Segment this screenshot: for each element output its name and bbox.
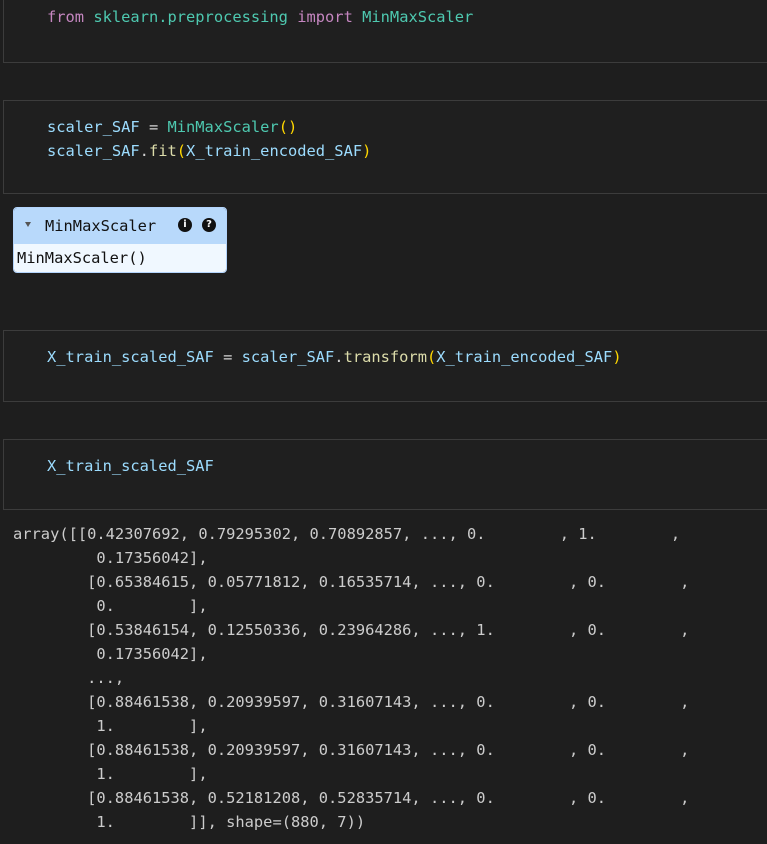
estimator-title: MinMaxScaler [45, 217, 157, 235]
code-line[interactable]: X_train_scaled_SAF [47, 456, 214, 476]
code-token: () [278, 118, 298, 136]
code-token: . [139, 142, 149, 160]
estimator-repr-text: MinMaxScaler() [17, 249, 147, 267]
output-line: 0.17356042], [13, 645, 208, 663]
help-icon[interactable]: ? [202, 218, 216, 232]
code-token: MinMaxScaler [167, 118, 279, 136]
output-line: ..., [13, 669, 125, 687]
code-cell-fit[interactable]: scaler_SAF = MinMaxScaler() scaler_SAF.f… [3, 100, 767, 194]
code-token: ( [176, 142, 187, 160]
code-token: X_train_scaled_SAF [47, 457, 214, 475]
code-token: sklearn.preprocessing [93, 8, 288, 26]
code-token: X_train_encoded_SAF [436, 348, 613, 366]
output-line: [0.53846154, 0.12550336, 0.23964286, ...… [13, 621, 690, 639]
output-line: [0.65384615, 0.05771812, 0.16535714, ...… [13, 573, 690, 591]
code-token: scaler_SAF [47, 142, 140, 160]
code-token: = [139, 118, 168, 136]
output-line: 1. ]], shape=(880, 7)) [13, 813, 366, 831]
code-line[interactable]: from sklearn.preprocessing import MinMax… [47, 7, 473, 27]
code-line[interactable]: scaler_SAF = MinMaxScaler() [47, 117, 297, 137]
estimator-widget[interactable]: MinMaxScaler i ? MinMaxScaler() [13, 207, 227, 273]
code-cell-display[interactable]: X_train_scaled_SAF [3, 439, 767, 510]
code-token: X_train_encoded_SAF [186, 142, 363, 160]
code-token: ) [612, 348, 622, 366]
output-line: [0.88461538, 0.20939597, 0.31607143, ...… [13, 741, 690, 759]
code-cell-transform[interactable]: X_train_scaled_SAF = scaler_SAF.transfor… [3, 330, 767, 402]
code-token: scaler_SAF [241, 348, 335, 366]
estimator-widget-header[interactable]: MinMaxScaler i ? [14, 208, 226, 244]
output-line: 0. ], [13, 597, 208, 615]
code-token: from [47, 8, 85, 26]
code-token: ) [362, 142, 372, 160]
output-line: 1. ], [13, 717, 208, 735]
output-line: 1. ], [13, 765, 208, 783]
code-token: fit [148, 142, 177, 160]
code-line[interactable]: scaler_SAF.fit(X_train_encoded_SAF) [47, 141, 371, 161]
code-line[interactable]: X_train_scaled_SAF = scaler_SAF.transfor… [47, 347, 622, 367]
code-cell-import[interactable]: from sklearn.preprocessing import MinMax… [3, 0, 767, 63]
output-line: array([[0.42307692, 0.79295302, 0.708928… [13, 525, 681, 543]
estimator-repr: MinMaxScaler() [14, 244, 226, 272]
code-token: . [334, 348, 344, 366]
output-line: 0.17356042], [13, 549, 208, 567]
code-token: X_train_scaled_SAF [47, 348, 214, 366]
info-icon[interactable]: i [178, 218, 192, 232]
code-token: transform [343, 348, 427, 366]
code-token: = [213, 348, 242, 366]
code-token: import [297, 8, 353, 26]
code-token: MinMaxScaler [362, 8, 474, 26]
code-token: scaler_SAF [47, 118, 140, 136]
output-line: [0.88461538, 0.52181208, 0.52835714, ...… [13, 789, 690, 807]
code-token: ( [426, 348, 437, 366]
cell-output: array([[0.42307692, 0.79295302, 0.708928… [13, 522, 689, 834]
collapse-arrow-icon[interactable] [25, 222, 31, 227]
output-line: [0.88461538, 0.20939597, 0.31607143, ...… [13, 693, 690, 711]
